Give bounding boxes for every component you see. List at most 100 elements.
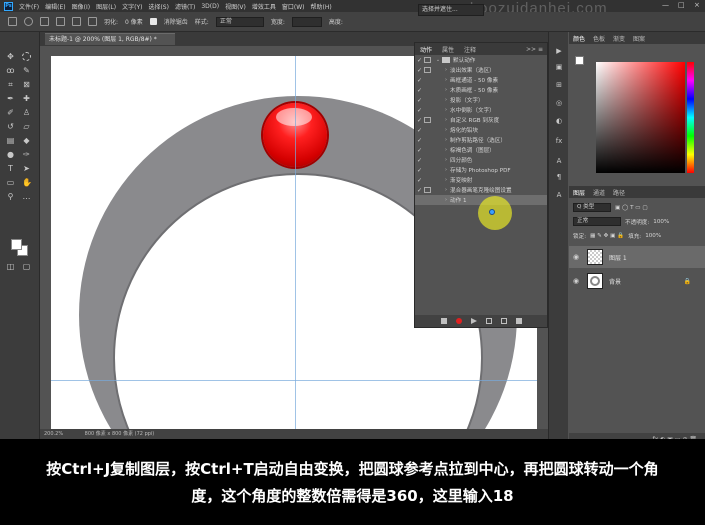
zoom-level[interactable]: 200.2% bbox=[44, 431, 63, 437]
action-label[interactable]: 水中倒影（文字） bbox=[450, 106, 495, 114]
blend-mode-select[interactable]: 正常 bbox=[573, 217, 621, 226]
elliptical-marquee-icon[interactable] bbox=[22, 52, 31, 61]
lock-icons[interactable]: ▦ ✎ ✥ ▣ 🔒 bbox=[590, 233, 624, 239]
properties-panel-icon[interactable]: ◎ bbox=[554, 98, 564, 108]
play-panel-icon[interactable]: ▶ bbox=[554, 46, 564, 56]
action-label[interactable]: 四分颜色 bbox=[450, 156, 472, 164]
action-toggle-check[interactable]: ✓ bbox=[415, 167, 424, 174]
action-row[interactable]: ✓ › 制作剪贴路径（选区） bbox=[415, 135, 547, 145]
history-panel-icon[interactable]: ⊞ bbox=[554, 80, 564, 90]
add-selection-icon[interactable] bbox=[56, 17, 65, 26]
color-picker-field[interactable] bbox=[596, 62, 685, 173]
hand-tool-icon[interactable]: ✋ bbox=[22, 178, 32, 187]
healing-brush-icon[interactable]: ✚ bbox=[22, 94, 31, 103]
action-label[interactable]: 棕褐色调（图层） bbox=[450, 146, 495, 154]
action-toggle-check[interactable]: ✓ bbox=[415, 157, 424, 164]
image-panel-icon[interactable]: ▣ bbox=[554, 62, 564, 72]
action-row[interactable]: ✓ › 木质画框 - 50 像素 bbox=[415, 85, 547, 95]
type-panel-icon[interactable]: A bbox=[554, 156, 564, 166]
new-set-icon[interactable] bbox=[485, 318, 492, 324]
action-toggle-check[interactable]: ✓ bbox=[415, 137, 424, 144]
menu-edit[interactable]: 编辑(E) bbox=[45, 2, 65, 11]
color-fg-chip[interactable] bbox=[575, 56, 584, 65]
lasso-tool-icon[interactable]: ꝏ bbox=[6, 66, 15, 75]
width-field[interactable] bbox=[291, 16, 322, 27]
action-row[interactable]: ✓ › 水中倒影（文字） bbox=[415, 105, 547, 115]
frame-tool-icon[interactable]: ⊠ bbox=[22, 80, 31, 89]
menu-window[interactable]: 窗口(W) bbox=[282, 2, 305, 11]
clone-stamp-icon[interactable]: ♙ bbox=[22, 108, 31, 117]
select-and-mask-button[interactable]: 选择并遮住... bbox=[418, 4, 484, 16]
glyphs-panel-icon[interactable]: A bbox=[554, 190, 564, 200]
blur-tool-icon[interactable]: ◆ bbox=[22, 136, 31, 145]
eraser-icon[interactable]: ▱ bbox=[22, 122, 31, 131]
chevron-right-icon[interactable]: › bbox=[442, 77, 450, 83]
chevron-right-icon[interactable]: › bbox=[442, 177, 450, 183]
chevron-right-icon[interactable]: › bbox=[442, 117, 450, 123]
layer-kind-filter[interactable]: Q 类型 bbox=[573, 203, 611, 212]
vertical-guide[interactable] bbox=[295, 56, 296, 429]
action-row[interactable]: ✓ › 存储为 Photoshop PDF bbox=[415, 165, 547, 175]
tab-notes[interactable]: 注释 bbox=[464, 45, 476, 54]
gradient-tool-icon[interactable]: ▤ bbox=[6, 136, 15, 145]
panel-menu-icon[interactable]: >> ≡ bbox=[526, 46, 543, 53]
type-tool-icon[interactable]: T bbox=[6, 164, 15, 173]
action-label[interactable]: 画框通道 - 50 像素 bbox=[450, 76, 498, 84]
crop-tool-icon[interactable]: ⌗ bbox=[6, 80, 15, 89]
opacity-value[interactable]: 100% bbox=[653, 219, 669, 225]
tab-channels[interactable]: 通道 bbox=[593, 188, 605, 197]
intersect-selection-icon[interactable] bbox=[88, 17, 97, 26]
action-label[interactable]: 渐变映射 bbox=[450, 176, 472, 184]
tab-properties[interactable]: 属性 bbox=[442, 45, 454, 54]
dialog-toggle-box[interactable] bbox=[424, 117, 431, 123]
chevron-right-icon[interactable]: › bbox=[442, 127, 450, 133]
action-label[interactable]: 存储为 Photoshop PDF bbox=[450, 166, 511, 174]
action-label[interactable]: 熔化的铅块 bbox=[450, 126, 478, 134]
action-row[interactable]: ✓ ⌄ 默认动作 bbox=[415, 55, 547, 65]
more-tools-icon[interactable]: … bbox=[22, 192, 31, 201]
marquee-tool-icon[interactable] bbox=[24, 17, 33, 26]
action-row[interactable]: ✓ › 自定义 RGB 到灰度 bbox=[415, 115, 547, 125]
menu-help[interactable]: 帮助(H) bbox=[311, 2, 332, 11]
eyedropper-icon[interactable]: ✒ bbox=[6, 94, 15, 103]
chevron-right-icon[interactable]: › bbox=[442, 187, 450, 193]
visibility-eye-icon[interactable]: ◉ bbox=[569, 253, 583, 261]
chevron-right-icon[interactable]: › bbox=[442, 97, 450, 103]
chevron-right-icon[interactable]: › bbox=[442, 137, 450, 143]
quick-select-icon[interactable]: ✎ bbox=[22, 66, 31, 75]
dialog-toggle-box[interactable] bbox=[424, 187, 431, 193]
style-select[interactable]: 正常 bbox=[215, 16, 264, 27]
action-row[interactable]: ✓ › 画框通道 - 50 像素 bbox=[415, 75, 547, 85]
action-toggle-check[interactable]: ✓ bbox=[415, 57, 424, 64]
chevron-down-icon[interactable]: ⌄ bbox=[434, 57, 442, 63]
action-label[interactable]: 默认动作 bbox=[453, 56, 475, 64]
action-row[interactable]: ✓ › 淡出效果（选区） bbox=[415, 65, 547, 75]
action-row[interactable]: ✓ › 混合器画笔克隆绘图设置 bbox=[415, 185, 547, 195]
tab-swatches[interactable]: 色板 bbox=[593, 34, 605, 43]
menu-image[interactable]: 图像(I) bbox=[72, 2, 90, 11]
home-icon[interactable] bbox=[8, 17, 17, 26]
menu-3d[interactable]: 3D(D) bbox=[201, 3, 219, 10]
new-selection-icon[interactable] bbox=[40, 17, 49, 26]
foreground-color-swatch[interactable] bbox=[11, 239, 22, 250]
action-row[interactable]: ✓ › 棕褐色调（图层） bbox=[415, 145, 547, 155]
action-toggle-check[interactable]: ✓ bbox=[415, 147, 424, 154]
brush-tool-icon[interactable]: ✐ bbox=[6, 108, 15, 117]
action-label[interactable]: 淡出效果（选区） bbox=[450, 66, 495, 74]
action-toggle-check[interactable]: ✓ bbox=[415, 127, 424, 134]
subtract-selection-icon[interactable] bbox=[72, 17, 81, 26]
menu-view[interactable]: 视图(V) bbox=[225, 2, 246, 11]
chevron-right-icon[interactable]: › bbox=[442, 87, 450, 93]
adjust-panel-icon[interactable]: ◐ bbox=[554, 116, 564, 126]
action-label[interactable]: 自定义 RGB 到灰度 bbox=[450, 116, 499, 124]
quick-mask-icon[interactable]: ◫ bbox=[6, 262, 15, 271]
hue-slider[interactable] bbox=[687, 62, 694, 173]
menu-plugins[interactable]: 增效工具 bbox=[252, 2, 276, 11]
play-icon[interactable] bbox=[470, 318, 477, 324]
dialog-toggle-box[interactable] bbox=[424, 67, 431, 73]
action-row[interactable]: ✓ › 渐变映射 bbox=[415, 175, 547, 185]
menu-select[interactable]: 选择(S) bbox=[148, 2, 169, 11]
action-toggle-check[interactable]: ✓ bbox=[415, 77, 424, 84]
action-row[interactable]: ✓ › 熔化的铅块 bbox=[415, 125, 547, 135]
close-button[interactable]: × bbox=[694, 1, 700, 9]
